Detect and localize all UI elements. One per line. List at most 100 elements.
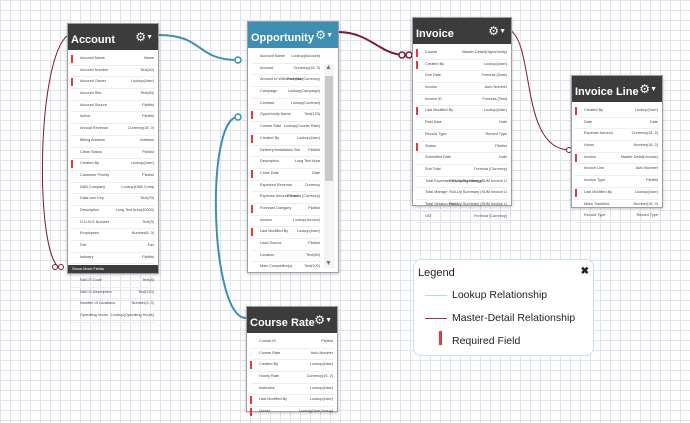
object-card-course-rate[interactable]: Course Rate ⚙▼ Course ID Picklist Course R… — [246, 306, 338, 419]
object-header[interactable]: Invoice ⚙▼ — [413, 18, 511, 44]
field-label: Fax — [80, 243, 87, 247]
gear-icon[interactable]: ⚙▼ — [314, 314, 332, 327]
field-label: Created By — [80, 161, 99, 166]
field-type: Formula (Text) — [482, 96, 507, 101]
object-card-invoice[interactable]: Invoice ⚙▼ Course Master-Detail(Opportuni… — [412, 17, 512, 224]
object-card-opportunity[interactable]: Opportunity ⚙▼ Account Name Lookup(Accoun… — [247, 21, 339, 273]
field-row: Total Mileage Roll-Up Summary (SUM Invoic… — [416, 188, 508, 200]
field-label: Account Source — [80, 102, 107, 107]
object-header[interactable]: Opportunity ⚙▼ — [248, 22, 338, 48]
gear-icon[interactable]: ⚙▼ — [135, 31, 153, 44]
lookup-line-end — [234, 113, 242, 121]
field-type: Date — [311, 170, 320, 175]
field-type: Picklist — [142, 149, 154, 154]
field-row: Created By Lookup(User) — [575, 106, 659, 118]
field-label: Record Type — [425, 131, 447, 136]
field-type: Lookup(Operating Hours) — [111, 313, 154, 318]
field-label: VAT — [425, 213, 432, 218]
object-card-invoice-line[interactable]: Invoice Line ⚙▼ Created By Lookup(User) Da… — [571, 75, 663, 223]
object-title: Opportunity — [251, 32, 314, 44]
field-label: NAICS Code — [80, 278, 102, 283]
field-row: Miles Travelled Number(18, 0) — [575, 200, 659, 212]
field-label: Date — [584, 119, 593, 124]
lookup-line-end — [234, 56, 242, 64]
show-more-fields-link[interactable]: Show More Fields — [68, 265, 158, 273]
field-row: Invoice Auto Number — [416, 83, 508, 95]
scroll-up-arrow-icon[interactable]: ▲ — [325, 64, 332, 71]
field-label: Course Rate — [259, 350, 281, 355]
field-row: Campaign Lookup(Campaign) — [251, 87, 321, 99]
field-row: Due Date Formula (Date) — [416, 71, 508, 84]
field-label: D-U-N-S Number — [80, 219, 110, 224]
field-label: Created By — [259, 362, 278, 367]
field-type: Auto Number — [635, 166, 658, 171]
field-label: Invoice Line — [584, 166, 605, 171]
field-label: Status — [425, 143, 436, 148]
scrollbar[interactable]: ▲ ▼ — [324, 64, 334, 268]
field-label: Annual Revenue — [80, 126, 109, 131]
field-row: Invoice Line Auto Number — [575, 164, 659, 177]
field-row: Account Name Name — [71, 54, 155, 66]
field-label: Contract — [260, 100, 275, 105]
object-header[interactable]: Account ⚙▼ — [68, 24, 158, 50]
field-row: Created By Lookup(User) — [416, 60, 508, 72]
field-row: Instructor Lookup(User) — [250, 384, 334, 396]
object-header[interactable]: Course Rate ⚙▼ — [247, 307, 337, 333]
field-label: Billing Address — [80, 137, 105, 142]
field-row: Expected Revenue Currency — [251, 181, 321, 193]
lookup-line-opportunity-account — [157, 34, 239, 61]
close-icon[interactable]: ✖ — [581, 266, 589, 277]
field-type: Formula (Currency) — [474, 166, 507, 171]
field-label: Data.com Key — [80, 196, 104, 201]
field-type: Number(18, 2) — [633, 143, 658, 148]
field-row: Invoice Type Picklist — [575, 176, 659, 188]
field-type: Text(9) — [142, 219, 154, 224]
field-type: Lookup(User,Group) — [298, 409, 333, 414]
field-row: Total Session Hours Roll-Up Summary (SUM … — [416, 200, 508, 212]
legend-title: Legend — [418, 267, 455, 279]
scrollbar-thumb[interactable] — [325, 76, 333, 181]
field-type: Fax — [147, 243, 154, 247]
field-type: Picklist — [308, 205, 320, 210]
field-type: Currency(18, 2) — [631, 131, 658, 136]
field-row: Location Text(80) — [251, 251, 321, 263]
field-label: Invoice ID — [425, 96, 442, 101]
field-label: Delivery/Installation Sta — [260, 147, 300, 152]
field-type: Picklist — [308, 147, 320, 152]
field-label: Expected Revenue — [260, 182, 293, 187]
field-row: D&B Company Lookup(D&B Comp — [71, 183, 155, 195]
field-type: Picklist — [142, 114, 154, 119]
gear-icon[interactable]: ⚙▼ — [639, 83, 657, 96]
field-label: Created By — [425, 61, 444, 66]
field-type: Lookup(Invoice) — [292, 217, 320, 222]
field-row: Operating Hours Lookup(Operating Hours) — [71, 311, 155, 323]
field-type: Currency — [304, 182, 320, 187]
gear-icon[interactable]: ⚙▼ — [488, 25, 506, 38]
scroll-down-arrow-icon[interactable]: ▼ — [325, 260, 332, 267]
field-label: Expense Amount — [584, 131, 613, 136]
field-label: Paid Date — [425, 120, 442, 125]
field-row: Paid Date Date — [416, 118, 508, 130]
field-label: Instructor — [259, 385, 275, 390]
field-type: Text(120) — [304, 112, 320, 117]
lookup-line-opportunity-course-rate — [214, 116, 247, 319]
field-row: Created By Lookup(User) — [251, 134, 321, 146]
field-row: Hours Number(18, 2) — [575, 141, 659, 153]
field-row: Total Expenses Excluding Mileage Roll-Up … — [416, 177, 508, 189]
field-type: Text(20) — [140, 196, 154, 201]
field-type: Picklist — [142, 102, 154, 107]
object-card-account[interactable]: Account ⚙▼ Account Name Name Account Numbe… — [67, 23, 159, 323]
field-row: Main Competitor(s) Text(100) — [251, 262, 321, 272]
field-label: Hourly Rate — [259, 374, 280, 379]
field-type: Formula (Currency) — [474, 213, 507, 218]
field-type: Lookup(User) — [130, 161, 154, 166]
field-row: Lead Source Picklist — [251, 239, 321, 251]
field-label: Last Modified By — [259, 397, 288, 402]
field-type: Lookup(User) — [634, 189, 658, 194]
field-type: Currency(16, 2) — [293, 65, 320, 70]
field-row: NAICS Code Text(8) — [71, 276, 155, 288]
gear-icon[interactable]: ⚙▼ — [315, 29, 333, 42]
master-detail-line-end — [52, 264, 58, 270]
object-header[interactable]: Invoice Line ⚙▼ — [572, 76, 662, 102]
field-type: Text(80) — [140, 91, 154, 96]
